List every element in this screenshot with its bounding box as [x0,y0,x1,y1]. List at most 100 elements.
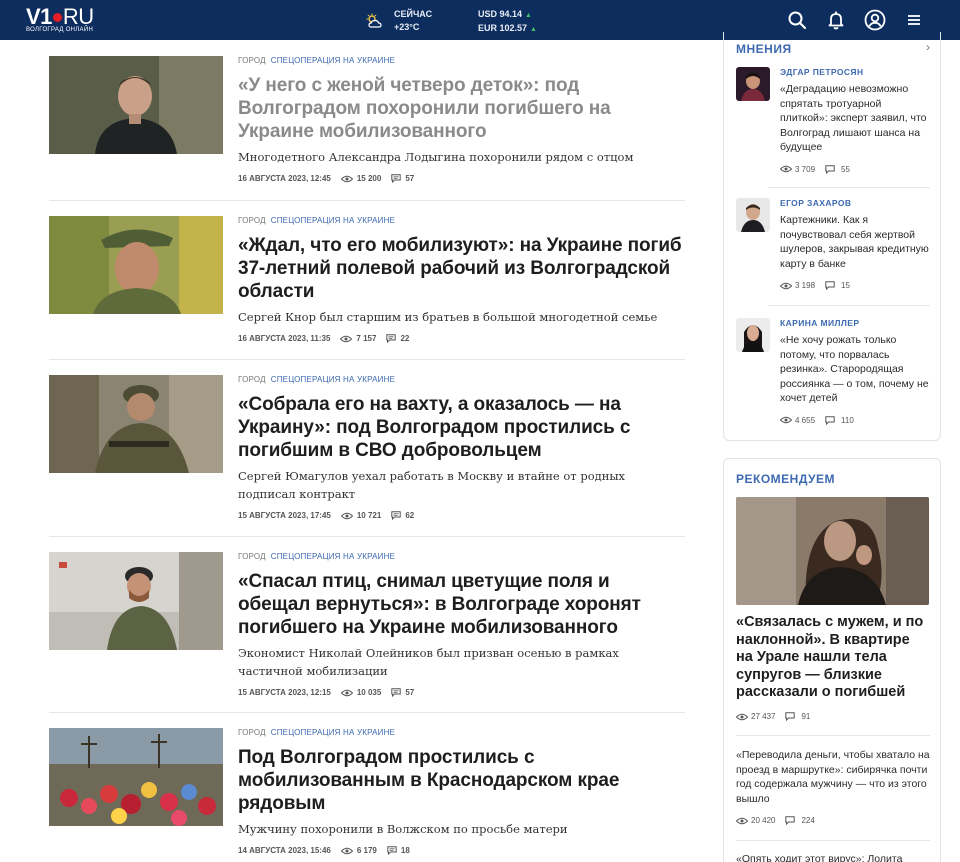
news-tag-special[interactable]: СПЕЦОПЕРАЦИЯ НА УКРАИНЕ [271,375,395,384]
eye-icon [736,817,748,824]
chevron-right-icon[interactable]: › [926,40,930,54]
news-date: 15 АВГУСТА 2023, 12:15 [238,688,331,697]
weather-widget[interactable]: СЕЙЧАС +23°C [366,8,432,34]
comment-icon [825,415,835,425]
recommend-comments: 224 [801,816,815,825]
opinions-block: МНЕНИЯ › ЭДГАР ПЕТРОСЯН «Деградацию нево… [723,32,941,441]
usd-rate: USD 94.14 ▲ [478,8,537,22]
eye-icon [780,282,792,289]
news-item[interactable]: ГОРОД СПЕЦОПЕРАЦИЯ НА УКРАИНЕ «Собрала ег… [49,360,685,537]
news-title[interactable]: Под Волгоградом простились с мобилизован… [238,746,685,815]
weather-label: СЕЙЧАС [394,9,433,19]
divider [736,735,930,736]
news-views: 15 200 [356,174,382,183]
news-lead: Многодетного Александра Лодыгина похорон… [238,150,634,164]
news-comments: 18 [400,846,410,855]
news-views: 6 179 [356,846,377,855]
opinion-author[interactable]: ЕГОР ЗАХАРОВ [780,198,930,208]
news-tag-special[interactable]: СПЕЦОПЕРАЦИЯ НА УКРАИНЕ [271,56,395,65]
recommend-image[interactable] [736,497,929,605]
news-date: 14 АВГУСТА 2023, 15:46 [238,846,331,855]
news-item[interactable]: ГОРОД СПЕЦОПЕРАЦИЯ НА УКРАИНЕ «У него с ж… [49,50,685,201]
news-lead: Мужчину похоронили в Волжском по просьбе… [238,822,568,836]
comment-icon [391,174,402,183]
news-date: 16 АВГУСТА 2023, 11:35 [238,334,331,343]
news-thumbnail[interactable] [49,375,223,473]
avatar[interactable] [736,318,770,352]
news-tag-city[interactable]: ГОРОД [238,375,266,384]
comment-icon [785,816,796,825]
user-icon[interactable] [863,8,887,32]
news-comments: 62 [405,511,415,520]
news-title[interactable]: «Собрала его на вахту, а оказалось — на … [238,393,685,462]
eye-icon [340,847,353,854]
opinion-item[interactable]: ЕГОР ЗАХАРОВ Картежники. Как я почувство… [736,198,930,290]
opinion-author[interactable]: КАРИНА МИЛЛЕР [780,318,930,328]
divider [768,305,930,306]
bell-icon[interactable] [824,8,848,32]
news-title[interactable]: «Спасал птиц, снимал цветущие поля и обе… [238,570,685,639]
news-tag-city[interactable]: ГОРОД [238,552,266,561]
news-comments: 57 [405,688,415,697]
news-title[interactable]: «У него с женой четверо деток»: под Волг… [238,74,685,143]
opinion-title[interactable]: «Деградацию невозможно спрятать тротуарн… [780,82,930,155]
comment-icon [387,846,397,855]
news-item[interactable]: ГОРОД СПЕЦОПЕРАЦИЯ НА УКРАИНЕ Под Волгогр… [49,713,685,862]
news-tag-special[interactable]: СПЕЦОПЕРАЦИЯ НА УКРАИНЕ [271,216,395,225]
news-views: 7 157 [356,334,377,343]
recommend-main-title[interactable]: «Связалась с мужем, и по наклонной». В к… [736,614,930,702]
opinion-item[interactable]: КАРИНА МИЛЛЕР «Не хочу рожать только пот… [736,318,930,425]
news-date: 16 АВГУСТА 2023, 12:45 [238,174,331,183]
search-icon[interactable] [785,8,809,32]
news-thumbnail[interactable] [49,728,223,826]
logo-dot [52,12,62,22]
recommend-item-title[interactable]: «Переводила деньги, чтобы хватало на про… [736,748,930,806]
usd-value: USD 94.14 [478,9,523,19]
recommend-item-title[interactable]: «Опять ходит этот вирус»: Лолита [736,852,930,862]
eye-icon [340,512,353,519]
opinion-views: 3 198 [795,281,816,290]
currency-rates[interactable]: USD 94.14 ▲ EUR 102.57 ▲ [478,8,537,36]
news-comments: 57 [405,174,415,183]
news-thumbnail[interactable] [49,56,223,154]
avatar[interactable] [736,198,770,232]
divider [736,840,930,841]
opinion-item[interactable]: ЭДГАР ПЕТРОСЯН «Деградацию невозможно сп… [736,67,930,174]
news-tag-city[interactable]: ГОРОД [238,728,266,737]
news-comments: 22 [400,334,410,343]
news-tag-city[interactable]: ГОРОД [238,216,266,225]
avatar[interactable] [736,67,770,101]
opinion-title[interactable]: Картежники. Как я почувствовал себя жерт… [780,213,930,271]
comment-icon [391,688,402,697]
arrow-up-icon: ▲ [525,12,532,19]
weather-cloud-sun-icon [366,13,382,28]
news-tag-city[interactable]: ГОРОД [238,56,266,65]
recommend-views: 27 437 [751,712,776,721]
eye-icon [780,165,792,173]
news-tag-special[interactable]: СПЕЦОПЕРАЦИЯ НА УКРАИНЕ [271,552,395,561]
weather-temp: +23°C [394,22,420,32]
news-thumbnail[interactable] [49,552,223,650]
opinion-title[interactable]: «Не хочу рожать только потому, что порва… [780,333,930,406]
news-item[interactable]: ГОРОД СПЕЦОПЕРАЦИЯ НА УКРАИНЕ «Спасал пти… [49,537,685,713]
opinions-title[interactable]: МНЕНИЯ [736,42,792,56]
eye-icon [736,713,748,720]
eur-rate: EUR 102.57 ▲ [478,22,537,36]
news-lead: Сергей Юмагулов уехал работать в Москву … [238,469,625,501]
recommend-title: РЕКОМЕНДУЕМ [736,472,835,486]
opinion-comments: 110 [841,415,854,425]
eye-icon [340,689,353,696]
news-title[interactable]: «Ждал, что его мобилизуют»: на Украине п… [238,234,685,303]
news-item[interactable]: ГОРОД СПЕЦОПЕРАЦИЯ НА УКРАИНЕ «Ждал, что … [49,201,685,360]
menu-icon[interactable] [902,8,926,32]
opinion-comments: 15 [841,281,850,290]
news-thumbnail[interactable] [49,216,223,314]
eur-value: EUR 102.57 [478,23,528,33]
opinion-author[interactable]: ЭДГАР ПЕТРОСЯН [780,67,930,77]
eye-icon [340,175,353,182]
site-logo[interactable]: V1 RU ВОЛГОГРАД ОНЛАЙН [26,6,94,36]
logo-v1: V1 [26,4,52,29]
news-tag-special[interactable]: СПЕЦОПЕРАЦИЯ НА УКРАИНЕ [271,728,395,737]
news-lead: Сергей Кнор был старшим из братьев в бол… [238,310,658,324]
comment-icon [825,164,835,174]
